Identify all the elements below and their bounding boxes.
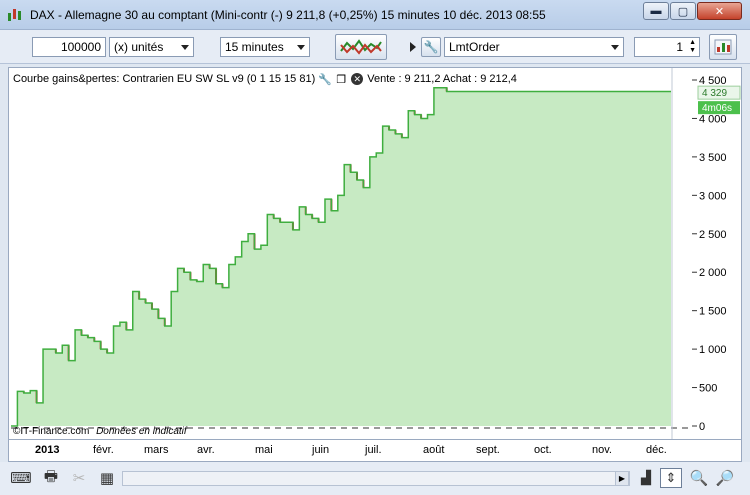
indicators-button[interactable] [335, 34, 387, 60]
zoom-in-icon[interactable]: 🔎 [714, 468, 736, 488]
print-icon[interactable]: 🖶 [40, 468, 62, 488]
month-label: sept. [476, 444, 500, 456]
disclaimer-label: Données en indicatif [96, 426, 187, 437]
minimize-icon: ▬ [650, 5, 662, 17]
order-count-value: 1 [676, 40, 683, 54]
month-label: août [423, 444, 445, 456]
month-label: nov. [592, 444, 612, 456]
minimize-button[interactable]: ▬ [643, 2, 669, 20]
order-type-value: LmtOrder [449, 40, 500, 54]
units-select[interactable]: (x) unités [109, 37, 194, 57]
y-tick-label: 2 500 [699, 229, 727, 241]
indicator-panel-icon[interactable]: ▟ [635, 468, 657, 488]
month-label: déc. [646, 444, 667, 456]
delete-drawing-icon[interactable]: ✂ [68, 468, 90, 488]
month-label: juin [312, 444, 330, 456]
y-tick-label: 4 000 [699, 113, 727, 125]
y-tick-label: 1 500 [699, 306, 727, 318]
y-tick-label: 0 [699, 421, 705, 433]
month-label: avr. [197, 444, 215, 456]
units-select-value: (x) unités [114, 40, 164, 54]
timeframe-select[interactable]: 15 minutes [220, 37, 310, 57]
equity-area-fill [11, 87, 671, 426]
close-chart-icon[interactable]: ✕ [351, 73, 364, 85]
window-title: DAX - Allemagne 30 au comptant (Mini-con… [30, 8, 546, 22]
zoom-fit-icon[interactable]: ⇕ [660, 468, 682, 488]
equity-curve-panel[interactable]: 0 500 1 000 1 500 2 000 2 500 3 000 3 500 4 000 4… [8, 67, 742, 440]
wrench-icon[interactable]: 🔧 [318, 73, 332, 86]
close-window-button[interactable]: ✕ [697, 2, 742, 20]
duplicate-window-icon[interactable]: ❐ [335, 73, 347, 86]
y-tick-label: 3 500 [699, 152, 727, 164]
scroll-right-arrow[interactable]: ▶ [615, 471, 629, 486]
calculator-icon[interactable]: ▦ [96, 468, 118, 488]
year-label: 2013 [35, 444, 60, 456]
month-label: juil. [365, 444, 382, 456]
month-label: févr. [93, 444, 114, 456]
order-type-select[interactable]: LmtOrder [444, 37, 624, 57]
play-icon[interactable] [410, 42, 416, 52]
window-titlebar[interactable]: DAX - Allemagne 30 au comptant (Mini-con… [0, 0, 750, 30]
quantity-input[interactable]: 100000 [32, 37, 106, 57]
current-value-label: 4 329 [702, 88, 727, 99]
close-icon: ✕ [714, 5, 725, 18]
chevron-down-icon [297, 45, 305, 50]
y-tick-label: 2 000 [699, 267, 727, 279]
chart-footnote: ©IT-Finance.com Données en indicatif [13, 426, 187, 437]
quote-text: Vente : 9 211,2 Achat : 9 212,4 [367, 73, 517, 85]
y-tick-label: 3 000 [699, 190, 727, 202]
y-tick-label: 1 000 [699, 344, 727, 356]
month-label: mars [144, 444, 169, 456]
maximize-icon: ▢ [677, 5, 689, 18]
stepper-arrows-icon[interactable]: ▲ ▼ [689, 39, 696, 55]
keyboard-icon[interactable]: ⌨ [10, 468, 32, 488]
bottom-toolbar: ⌨ 🖶 ✂ ▦ ◀ ▶ ▟ ⇕ 🔍 🔎 [0, 462, 750, 495]
time-axis[interactable]: 2013 févr. mars avr. mai juin juil. août… [8, 440, 742, 462]
order-settings-button[interactable]: 🔧 [421, 37, 441, 57]
horizontal-scrollbar[interactable] [122, 471, 630, 486]
chart-title: Courbe gains&pertes: Contrarien EU SW SL… [13, 73, 316, 85]
order-toolbar: 100000 (x) unités 15 minutes 🔧 LmtOrder … [0, 30, 750, 64]
timeframe-select-value: 15 minutes [225, 40, 284, 54]
maximize-button[interactable]: ▢ [670, 2, 696, 20]
order-count-stepper[interactable]: 1 ▲ ▼ [634, 37, 700, 57]
zoom-out-icon[interactable]: 🔍 [688, 468, 710, 488]
y-tick-label: 4 500 [699, 75, 727, 87]
month-label: mai [255, 444, 273, 456]
bar-timer-label: 4m06s [702, 103, 732, 114]
y-tick-label: 500 [699, 383, 717, 395]
chevron-down-icon [181, 45, 189, 50]
indicators-chart-icon [340, 39, 382, 55]
chart-header: Courbe gains&pertes: Contrarien EU SW SL… [13, 72, 517, 86]
month-label: oct. [534, 444, 552, 456]
candlestick-app-icon [8, 9, 21, 21]
order-panel-button[interactable] [709, 34, 737, 60]
order-panel-icon [714, 39, 732, 55]
source-label: ©IT-Finance.com [13, 426, 90, 437]
chevron-down-icon [611, 45, 619, 50]
equity-curve-chart[interactable]: 05001 0001 5002 0002 5003 0003 5004 0004… [9, 68, 741, 439]
wrench-icon: 🔧 [423, 40, 439, 54]
